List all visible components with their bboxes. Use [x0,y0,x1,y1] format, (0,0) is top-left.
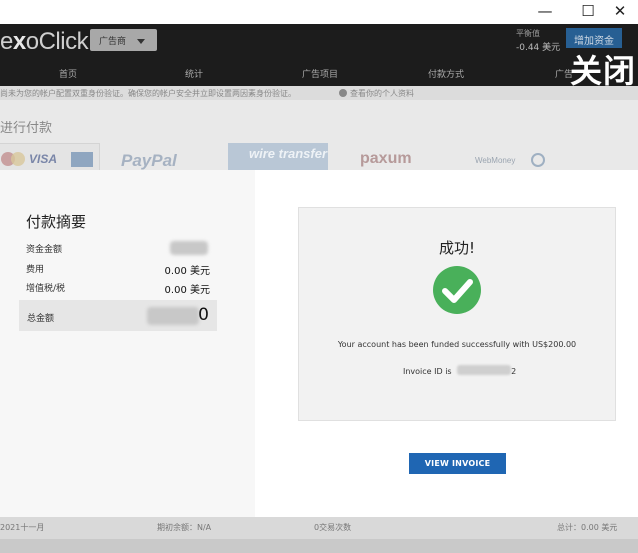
success-title: 成功! [438,239,475,257]
invoice-tail: 2 [511,367,517,376]
balance-label: 平衡值 [516,29,540,38]
window-titlebar: — ☐ ✕ [0,0,638,24]
invoice-label: Invoice ID is [403,367,452,376]
profile-link[interactable]: 查看你的个人资料 [339,88,414,99]
invoice-id: Invoice ID is 2 [403,365,516,376]
caret-down-icon [137,39,145,44]
nav-statistics[interactable]: 统计 [185,67,203,80]
footer-month: 2021十一月 [0,523,45,532]
total-value: 0 [198,305,209,325]
visa-label: VISA [29,152,58,166]
paypal-label: PayPal [121,151,177,170]
webmoney-label: WebMoney [475,156,516,165]
payment-result-modal: 付款摘要 资金金额 费用 0.00 美元 增值税/税 0.00 美元 总金额 0… [0,170,638,517]
fee-value: 0.00 美元 [164,266,210,277]
footer-bar: 2021十一月 期初余额：N/A 0交易次数 总计：0.00 美元 [0,517,638,539]
minimize-icon[interactable]: — [530,2,560,22]
footer-total: 总计：0.00 美元 [557,523,618,532]
account-type-dropdown[interactable]: 广告商 [90,29,157,51]
success-panel: 成功! Your account has been funded success… [298,207,616,421]
user-icon [339,89,347,97]
security-notice: 尚未为您的帐户配置双重身份验证。确保您的帐户安全并立即设置两因素身份验证。 查看… [0,86,638,100]
mastercard-icon-overlap [11,152,25,166]
footer-transactions: 0交易次数 [314,523,352,532]
redacted-total [147,307,199,325]
logo[interactable]: exoClick [0,28,89,56]
fee-label: 费用 [26,265,45,275]
wire-label: wire transfer [249,146,328,161]
account-type-label: 广告商 [99,37,127,47]
nav-payment-methods[interactable]: 付款方式 [428,67,464,80]
payments-heading: 进行付款 [0,121,53,136]
redacted-value [170,241,208,255]
app-window: — ☐ ✕ exoClick 广告商 平衡值 -0.44 美元 增加资金 首页 … [0,0,638,553]
summary-total-row: 总金额 0 [19,300,217,331]
nav-home[interactable]: 首页 [59,67,77,80]
bottom-strip [0,539,638,553]
footer-opening-balance: 期初余额：N/A [157,523,212,532]
fund-amount-label: 资金金额 [26,245,63,255]
paxum-label: paxum [360,150,412,167]
total-label: 总金额 [27,314,55,324]
amex-icon [71,152,93,167]
summary-title: 付款摘要 [26,213,87,231]
nav-campaigns[interactable]: 广告项目 [302,67,338,80]
close-icon[interactable]: ✕ [605,2,635,22]
balance-value: -0.44 美元 [516,43,561,53]
add-funds-button[interactable]: 增加资金 [566,28,622,48]
site-header: exoClick 广告商 平衡值 -0.44 美元 增加资金 首页 统计 广告项… [0,24,638,90]
tax-value: 0.00 美元 [164,285,210,296]
notice-text: 尚未为您的帐户配置双重身份验证。确保您的帐户安全并立即设置两因素身份验证。 [0,89,296,98]
maximize-icon[interactable]: ☐ [573,2,603,22]
redacted-invoice [457,365,512,375]
checkmark-icon [433,266,481,314]
success-message: Your account has been funded successfull… [337,340,577,349]
globe-icon [531,153,545,167]
tax-label: 增值税/税 [26,284,66,294]
view-invoice-button[interactable]: VIEW INVOICE [409,453,506,474]
payment-summary-panel: 付款摘要 资金金额 费用 0.00 美元 增值税/税 0.00 美元 总金额 0 [0,170,255,517]
